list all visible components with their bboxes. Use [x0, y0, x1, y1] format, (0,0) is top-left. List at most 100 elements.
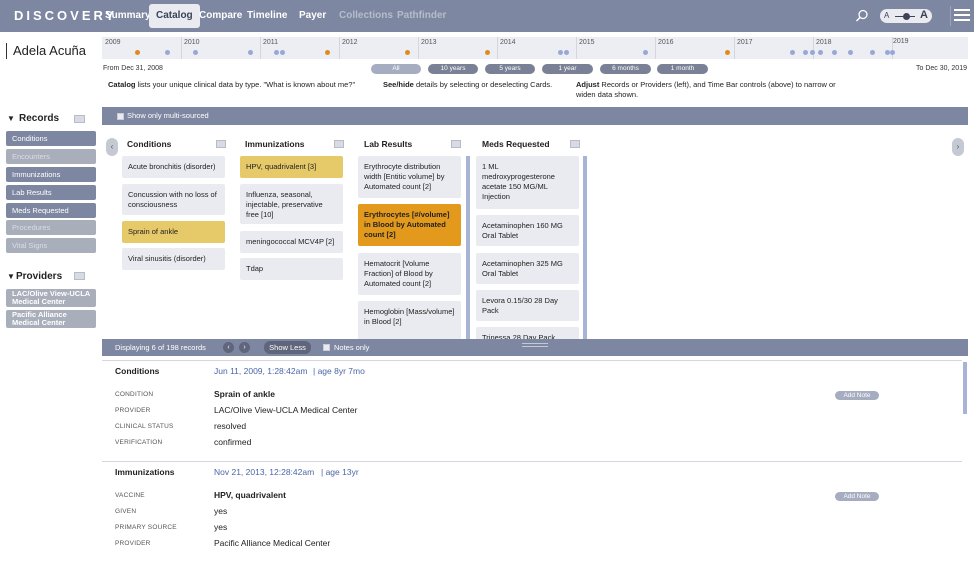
- timeline-event-dot[interactable]: [193, 50, 198, 55]
- tab-catalog[interactable]: Catalog: [149, 4, 200, 28]
- timeline-event-dot[interactable]: [870, 50, 875, 55]
- meds-scrollbar[interactable]: [583, 156, 587, 339]
- tab-compare[interactable]: Compare: [195, 6, 246, 26]
- provider-item-pacific-alliance[interactable]: Pacific Alliance Medical Center: [6, 310, 96, 328]
- card-levora[interactable]: Levora 0.15/30 28 Day Pack: [476, 290, 579, 321]
- range-1-month-button[interactable]: 1 month: [657, 64, 708, 74]
- timeline-event-dot[interactable]: [165, 50, 170, 55]
- timeline-event-dot[interactable]: [325, 50, 330, 55]
- card-concussion[interactable]: Concussion with no loss of consciousness: [122, 184, 225, 215]
- timeline-event-dot[interactable]: [803, 50, 808, 55]
- card-medroxyprogesterone[interactable]: 1 ML medroxyprogesterone acetate 150 MG/…: [476, 156, 579, 209]
- patient-name: Adela Acuña: [6, 43, 86, 59]
- records-toggle-checkbox[interactable]: [74, 115, 85, 123]
- timeline-event-dot[interactable]: [485, 50, 490, 55]
- card-viral-sinusitis[interactable]: Viral sinusitis (disorder): [122, 248, 225, 270]
- font-size-slider[interactable]: A A: [880, 9, 932, 23]
- timeline-bar[interactable]: 2009 2010 2011 2012 2013 2014 2015 2016 …: [102, 37, 968, 59]
- timeline-event-dot[interactable]: [405, 50, 410, 55]
- column-toggle-lab-results[interactable]: [451, 140, 461, 148]
- resize-grip-icon[interactable]: [522, 343, 548, 347]
- range-6-months-button[interactable]: 6 months: [600, 64, 651, 74]
- divider: [102, 360, 962, 361]
- prev-page-button[interactable]: ‹: [223, 342, 234, 353]
- card-erythrocyte-distribution[interactable]: Erythrocyte distribution width [Entitic …: [358, 156, 461, 198]
- card-trinessa[interactable]: Trinessa 28 Day Pack: [476, 327, 579, 339]
- sidebar-item-lab-results[interactable]: Lab Results: [6, 185, 96, 200]
- range-10-years-button[interactable]: 10 years: [428, 64, 478, 74]
- slider-knob[interactable]: [903, 13, 910, 20]
- timeline-event-dot[interactable]: [790, 50, 795, 55]
- font-small-icon: A: [884, 11, 890, 20]
- tab-payer[interactable]: Payer: [295, 6, 330, 26]
- providers-toggle-checkbox[interactable]: [74, 272, 85, 280]
- add-note-button[interactable]: Add Note: [835, 391, 879, 400]
- range-all-button[interactable]: All: [371, 64, 421, 74]
- range-1-year-button[interactable]: 1 year: [542, 64, 593, 74]
- timeline-event-dot[interactable]: [558, 50, 563, 55]
- column-toggle-meds-requested[interactable]: [570, 140, 580, 148]
- tab-summary[interactable]: Summary: [101, 6, 155, 26]
- sidebar-item-encounters[interactable]: Encounters: [6, 149, 96, 164]
- catalog-scroll-left-button[interactable]: ‹: [106, 138, 118, 156]
- column-toggle-conditions[interactable]: [216, 140, 226, 148]
- card-acetaminophen-160[interactable]: Acetaminophen 160 MG Oral Tablet: [476, 215, 579, 246]
- timeline-event-dot[interactable]: [248, 50, 253, 55]
- timeline-event-dot[interactable]: [274, 50, 279, 55]
- timeline-event-dot[interactable]: [848, 50, 853, 55]
- timeline-event-dot[interactable]: [818, 50, 823, 55]
- details-panel: Conditions Jun 11, 2009, 1:28:42am | age…: [102, 356, 968, 562]
- timeline-event-dot[interactable]: [810, 50, 815, 55]
- show-less-button[interactable]: Show Less: [264, 341, 311, 354]
- details-scrollbar[interactable]: [963, 362, 967, 414]
- add-note-button[interactable]: Add Note: [835, 492, 879, 501]
- detail-type-conditions: Conditions: [115, 366, 160, 376]
- search-icon[interactable]: [854, 8, 870, 24]
- timeline-event-dot[interactable]: [280, 50, 285, 55]
- year-tick: [813, 37, 814, 59]
- timeline-event-dot[interactable]: [725, 50, 730, 55]
- timeline-event-dot[interactable]: [890, 50, 895, 55]
- timeline-event-dot[interactable]: [135, 50, 140, 55]
- card-hpv-quadrivalent[interactable]: HPV, quadrivalent [3]: [240, 156, 343, 178]
- tab-collections[interactable]: Collections: [335, 6, 397, 26]
- providers-collapse-icon[interactable]: ▼: [7, 272, 15, 281]
- sidebar-item-procedures[interactable]: Procedures: [6, 220, 96, 235]
- card-influenza[interactable]: Influenza, seasonal, injectable, preserv…: [240, 184, 343, 224]
- card-acetaminophen-325[interactable]: Acetaminophen 325 MG Oral Tablet: [476, 253, 579, 284]
- field-key-primary-source: PRIMARY SOURCE: [115, 524, 177, 531]
- card-tdap[interactable]: Tdap: [240, 258, 343, 280]
- catalog-scroll-right-button[interactable]: ›: [952, 138, 964, 156]
- timeline-event-dot[interactable]: [643, 50, 648, 55]
- notes-only-checkbox[interactable]: [323, 344, 330, 351]
- sidebar-item-meds-requested[interactable]: Meds Requested: [6, 203, 96, 218]
- timeline-event-dot[interactable]: [832, 50, 837, 55]
- divider: [102, 461, 962, 462]
- card-acute-bronchitis[interactable]: Acute bronchitis (disorder): [122, 156, 225, 178]
- card-hemoglobin[interactable]: Hemoglobin [Mass/volume] in Blood [2]: [358, 301, 461, 339]
- next-page-button[interactable]: ›: [239, 342, 250, 353]
- field-key-given: GIVEN: [115, 508, 137, 515]
- catalog-panel: ‹ › Conditions Acute bronchitis (disorde…: [102, 125, 968, 339]
- year-label: 2011: [263, 39, 279, 46]
- timeline-from-label: From Dec 31, 2008: [103, 65, 163, 72]
- card-meningococcal[interactable]: meningococcal MCV4P [2]: [240, 231, 343, 253]
- tab-timeline[interactable]: Timeline: [243, 6, 291, 26]
- sidebar-item-immunizations[interactable]: Immunizations: [6, 167, 96, 182]
- timeline-event-dot[interactable]: [564, 50, 569, 55]
- card-hematocrit[interactable]: Hematocrit [Volume Fraction] of Blood by…: [358, 253, 461, 295]
- sidebar-item-vital-signs[interactable]: Vital Signs: [6, 238, 96, 253]
- tab-pathfinder[interactable]: Pathfinder: [393, 6, 450, 26]
- hamburger-menu-icon[interactable]: [950, 6, 970, 26]
- provider-item-lac-olive-view[interactable]: LAC/Olive View-UCLA Medical Center: [6, 289, 96, 307]
- multi-sourced-checkbox[interactable]: [117, 113, 124, 120]
- card-sprain-of-ankle[interactable]: Sprain of ankle: [122, 221, 225, 243]
- records-collapse-icon[interactable]: ▼: [7, 114, 15, 123]
- lab-results-scrollbar[interactable]: [466, 156, 470, 339]
- range-5-years-button[interactable]: 5 years: [485, 64, 535, 74]
- field-value-given: yes: [214, 506, 228, 516]
- column-toggle-immunizations[interactable]: [334, 140, 344, 148]
- sidebar-item-conditions[interactable]: Conditions: [6, 131, 96, 146]
- year-label: 2012: [342, 39, 358, 46]
- card-erythrocytes-blood[interactable]: Erythrocytes [#/volume] in Blood by Auto…: [358, 204, 461, 246]
